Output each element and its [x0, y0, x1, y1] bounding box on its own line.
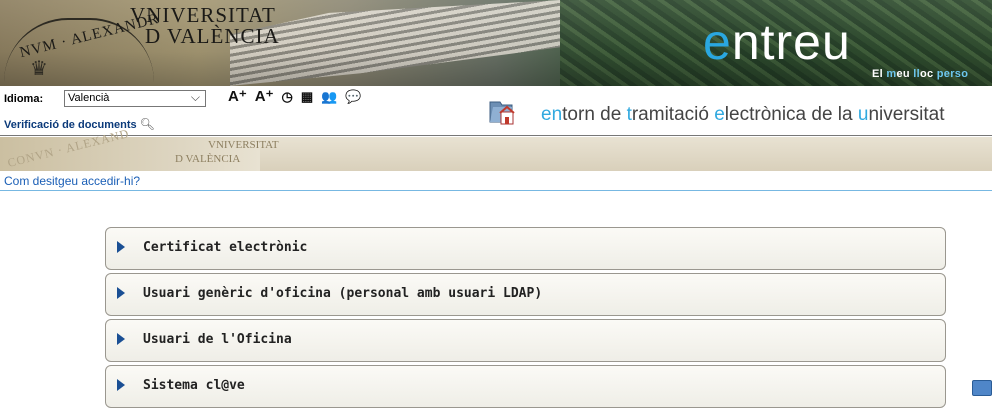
expand-arrow-icon: [117, 333, 125, 345]
ribbon-university-line2: D VALÈNCIA: [175, 153, 241, 165]
access-question: Com desitgeu accedir-hi?: [4, 174, 141, 188]
option-usuari-oficina[interactable]: Usuari de l'Oficina: [105, 319, 946, 362]
font-increase-icon[interactable]: A⁺: [228, 87, 247, 107]
chat-icon[interactable]: 💬: [345, 87, 361, 107]
user-help-icon[interactable]: 👥: [321, 87, 337, 107]
entreu-logo[interactable]: entreu: [703, 14, 851, 70]
language-select[interactable]: Valencià ⌵: [64, 90, 206, 107]
app-subtitle: entorn de tramitació electrònica de la u…: [541, 104, 945, 125]
side-action-button[interactable]: [972, 380, 992, 396]
accessibility-tools: A⁺ A⁺ ◷ ▦ 👥 💬: [228, 87, 362, 107]
clock-icon[interactable]: ◷: [282, 87, 293, 107]
expand-arrow-icon: [117, 379, 125, 391]
ribbon-logo[interactable]: CONVN · ALEXAND VNIVERSITAT D VALÈNCIA: [0, 126, 279, 171]
search-icon: 🔍︎: [139, 117, 155, 131]
access-options: Certificat electrònic Usuari genèric d'o…: [105, 227, 946, 411]
ribbon-university-line1: VNIVERSITAT: [208, 139, 279, 151]
tagline: El meu lloc perso: [872, 68, 969, 80]
option-label: Sistema cl@ve: [143, 378, 245, 393]
university-name-line2[interactable]: D VALÈNCIA: [145, 24, 280, 49]
verify-documents-link[interactable]: Verificació de documents 🔍︎: [4, 117, 155, 131]
toolbar: Idioma: Valencià ⌵ A⁺ A⁺ ◷ ▦ 👥 💬 Verific…: [0, 86, 992, 136]
option-label: Usuari de l'Oficina: [143, 332, 292, 347]
language-label: Idioma:: [4, 93, 44, 105]
chevron-down-icon: ⌵: [190, 90, 200, 104]
calendar-icon[interactable]: ▦: [301, 87, 313, 107]
option-certificat-electronic[interactable]: Certificat electrònic: [105, 227, 946, 270]
option-usuari-generic-oficina[interactable]: Usuari genèric d'oficina (personal amb u…: [105, 273, 946, 316]
crown-icon: ♛: [30, 58, 48, 80]
option-label: Usuari genèric d'oficina (personal amb u…: [143, 286, 543, 301]
option-label: Certificat electrònic: [143, 240, 308, 255]
option-sistema-clave[interactable]: Sistema cl@ve: [105, 365, 946, 408]
font-decrease-icon[interactable]: A⁺: [255, 87, 274, 107]
expand-arrow-icon: [117, 287, 125, 299]
header-banner: NVM · ALEXANDR ♛ VNIVERSITAT D VALÈNCIA …: [0, 0, 992, 86]
language-value: Valencià: [68, 92, 110, 104]
divider: [0, 190, 992, 191]
expand-arrow-icon: [117, 241, 125, 253]
home-folder-icon[interactable]: [486, 98, 516, 126]
university-ribbon: CONVN · ALEXAND VNIVERSITAT D VALÈNCIA: [0, 126, 992, 171]
